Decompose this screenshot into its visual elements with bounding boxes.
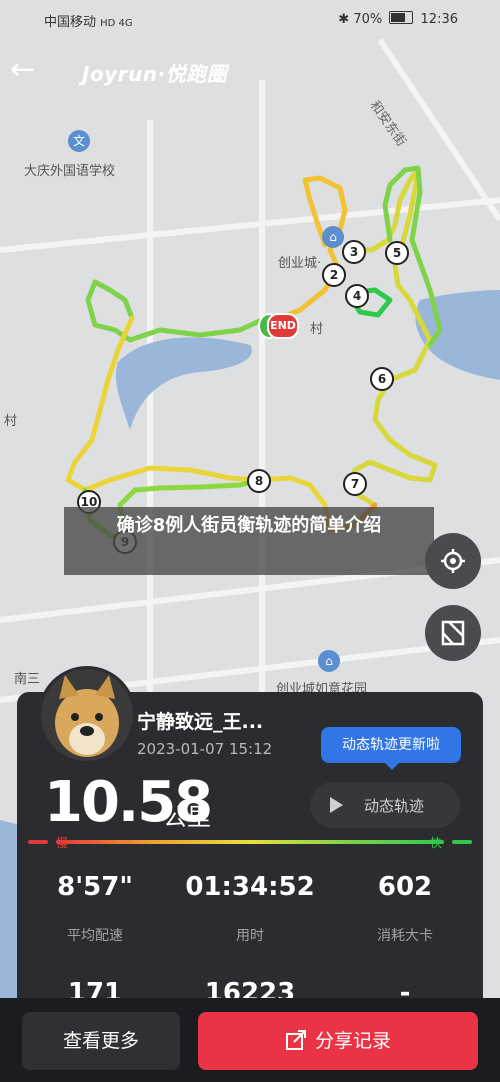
update-tooltip: 动态轨迹更新啦 (321, 727, 461, 770)
km-marker[interactable]: 2 (322, 263, 346, 287)
duration-value: 01:34:52 (185, 872, 315, 902)
community-bottom-poi-icon[interactable]: ⌂ (318, 650, 340, 672)
km-marker[interactable]: 4 (345, 284, 369, 308)
back-arrow-icon[interactable]: ← (10, 55, 46, 86)
distance-unit: 公里 (163, 803, 211, 831)
map-layer-icon (441, 620, 465, 646)
map-style-button[interactable] (425, 605, 481, 661)
map-label-community-top: 创业城· (278, 256, 322, 271)
duration-label: 用时 (236, 928, 264, 944)
status-bar: 中国移动 HD 4G ✱ 70% 12:36 (0, 0, 500, 40)
clock: 12:36 (420, 12, 458, 27)
school-poi-icon[interactable]: 文 (68, 130, 90, 152)
map-label-school: 大庆外国语学校 (24, 164, 116, 179)
map-label-south: 南三 (14, 672, 41, 687)
km-marker[interactable]: 3 (342, 240, 366, 264)
doge-avatar-image (41, 669, 133, 761)
network-label: HD 4G (100, 18, 133, 29)
dynamic-track-label: 动态轨迹 (364, 797, 425, 815)
battery-icon (389, 11, 414, 24)
community-poi-icon[interactable]: ⌂ (322, 226, 344, 248)
pace-legend (28, 838, 472, 846)
calories-value: 602 (377, 872, 433, 902)
view-more-button[interactable]: 查看更多 (22, 1012, 180, 1070)
km-marker[interactable]: 8 (247, 469, 271, 493)
km-marker[interactable]: 6 (370, 367, 394, 391)
run-datetime: 2023-01-07 15:12 (137, 740, 273, 758)
locate-button[interactable] (425, 533, 481, 589)
calories-label: 消耗大卡 (377, 928, 433, 944)
carrier-label: 中国移动 (44, 15, 97, 30)
avg-pace-value: 8'57" (57, 872, 133, 902)
map-label-village: 村 (310, 322, 324, 337)
map-label-village-left: 村 (4, 414, 18, 429)
bluetooth-icon: ✱ (338, 12, 350, 27)
end-marker: END (267, 313, 299, 339)
battery-percent: 70% (353, 12, 383, 27)
app-brand: Joyrun·悦跑圈 (82, 62, 228, 86)
locate-icon (441, 549, 465, 573)
share-label: 分享记录 (314, 1030, 391, 1052)
avg-pace-label: 平均配速 (67, 928, 123, 944)
play-icon (330, 797, 343, 813)
banner-text: 确诊8例人街员衡轨迹的简单介绍 (116, 515, 382, 536)
dynamic-track-button[interactable]: 动态轨迹 (310, 782, 460, 828)
km-marker[interactable]: 5 (385, 241, 409, 265)
pace-fast-label: 快 (430, 836, 443, 850)
pace-slow-label: 慢 (56, 836, 69, 850)
share-icon (285, 1016, 307, 1074)
username[interactable]: 宁静致远_王... (137, 707, 263, 734)
article-title-banner: 确诊8例人街员衡轨迹的简单介绍 (64, 507, 434, 575)
km-marker[interactable]: 7 (343, 472, 367, 496)
share-record-button[interactable]: 分享记录 (198, 1012, 478, 1070)
user-avatar[interactable] (38, 666, 136, 764)
